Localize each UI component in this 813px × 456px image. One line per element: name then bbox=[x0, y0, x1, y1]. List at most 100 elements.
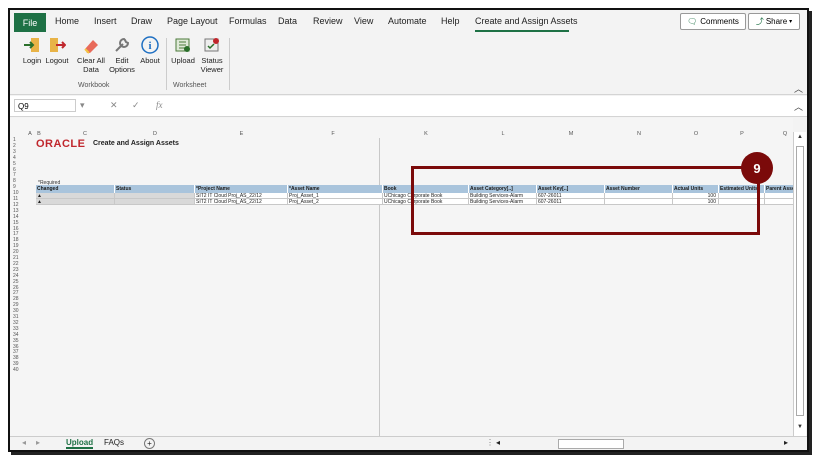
cancel-icon[interactable]: ✕ bbox=[110, 100, 118, 111]
column-header[interactable]: F bbox=[288, 130, 378, 138]
share-icon: ⤴ bbox=[755, 17, 764, 26]
share-button[interactable]: ⤴ Share ▾ bbox=[748, 13, 800, 30]
svg-text:i: i bbox=[148, 40, 151, 52]
scroll-up-icon[interactable]: ▲ bbox=[797, 134, 803, 140]
expand-formula-bar-icon[interactable]: ︿ bbox=[794, 100, 803, 113]
tab-home[interactable]: Home bbox=[55, 16, 79, 26]
formula-input[interactable] bbox=[172, 99, 782, 113]
formula-bar: Q9 ▾ ✕ ✓ fx ︿ bbox=[10, 96, 807, 117]
tab-split-handle-icon[interactable]: ⋮ bbox=[486, 438, 494, 447]
column-header[interactable]: K bbox=[383, 130, 469, 138]
column-header[interactable]: B bbox=[34, 130, 44, 138]
row-header[interactable]: 35 bbox=[13, 338, 25, 344]
status-viewer-button[interactable]: Status Viewer bbox=[198, 36, 226, 74]
header-changed[interactable]: Changed bbox=[36, 185, 115, 193]
tab-view[interactable]: View bbox=[354, 16, 373, 26]
share-label: Share bbox=[765, 17, 788, 26]
edit-options-label: Edit Options bbox=[109, 56, 135, 74]
cell-changed[interactable]: ▲ bbox=[36, 199, 115, 205]
logout-button[interactable]: Logout bbox=[43, 36, 71, 65]
about-button[interactable]: i About bbox=[138, 36, 162, 65]
status-viewer-icon bbox=[204, 38, 219, 52]
status-viewer-label: Status Viewer bbox=[200, 56, 224, 74]
column-header[interactable]: O bbox=[673, 130, 719, 138]
callout-number-badge: 9 bbox=[741, 152, 773, 184]
frozen-pane-divider bbox=[379, 138, 380, 436]
row-header[interactable]: 5 bbox=[13, 161, 25, 167]
login-label: Login bbox=[22, 56, 42, 65]
group-separator bbox=[166, 38, 167, 90]
oracle-logo: ORACLE bbox=[36, 138, 86, 150]
tab-create-and-assign-assets[interactable]: Create and Assign Assets bbox=[475, 16, 578, 26]
chevron-down-icon: ▾ bbox=[789, 19, 793, 25]
tab-automate[interactable]: Automate bbox=[388, 16, 427, 26]
edit-options-button[interactable]: Edit Options bbox=[106, 36, 138, 74]
row-header[interactable]: 14 bbox=[13, 214, 25, 220]
scroll-right-icon[interactable]: ▸ bbox=[784, 438, 788, 447]
sheet-tab-bar: ◂ ▸ Upload FAQs + ⋮ ◂ ▸ bbox=[10, 436, 807, 450]
row-header[interactable]: 40 bbox=[13, 368, 25, 373]
workbook-group-label: Workbook bbox=[78, 82, 110, 89]
sheet-tab-upload[interactable]: Upload bbox=[66, 438, 94, 449]
enter-icon[interactable]: ✓ bbox=[132, 100, 140, 111]
tab-draw[interactable]: Draw bbox=[131, 16, 152, 26]
ribbon-tab-bar: File Home Insert Draw Page Layout Formul… bbox=[10, 10, 807, 34]
tab-formulas[interactable]: Formulas bbox=[229, 16, 267, 26]
tab-file[interactable]: File bbox=[14, 13, 46, 32]
comments-label: Comments bbox=[700, 17, 739, 26]
column-header[interactable]: M bbox=[537, 130, 605, 138]
column-header[interactable]: N bbox=[605, 130, 673, 138]
column-header[interactable]: L bbox=[469, 130, 537, 138]
tab-data[interactable]: Data bbox=[278, 16, 297, 26]
next-sheet-icon[interactable]: ▸ bbox=[36, 438, 40, 447]
eraser-icon bbox=[84, 40, 98, 54]
comments-button[interactable]: 🗨 Comments bbox=[680, 13, 746, 30]
upload-button[interactable]: Upload bbox=[170, 36, 196, 65]
row-header[interactable]: 24 bbox=[13, 273, 25, 279]
header-status[interactable]: Status bbox=[115, 185, 195, 193]
logout-label: Logout bbox=[45, 56, 69, 65]
tab-help[interactable]: Help bbox=[441, 16, 460, 26]
row-header[interactable]: 25 bbox=[13, 279, 25, 285]
info-icon: i bbox=[141, 36, 159, 54]
row-header[interactable]: 15 bbox=[13, 220, 25, 226]
cell-asset-name[interactable]: Proj_Asset_2 bbox=[288, 199, 383, 205]
function-icon[interactable]: fx bbox=[156, 100, 163, 110]
clear-label: Clear All Data bbox=[77, 56, 105, 74]
sheet-tab-faqs[interactable]: FAQs bbox=[104, 438, 124, 447]
row-header[interactable]: 34 bbox=[13, 332, 25, 338]
chevron-down-icon[interactable]: ▾ bbox=[80, 100, 85, 111]
column-header[interactable]: E bbox=[195, 130, 288, 138]
logout-icon bbox=[50, 38, 66, 52]
row-header[interactable]: 4 bbox=[13, 155, 25, 161]
scrollbar-thumb[interactable] bbox=[796, 146, 804, 416]
prev-sheet-icon[interactable]: ◂ bbox=[22, 438, 26, 447]
column-header[interactable]: A bbox=[26, 130, 34, 138]
add-sheet-button[interactable]: + bbox=[144, 438, 155, 449]
login-icon bbox=[24, 38, 39, 52]
column-header[interactable]: P bbox=[719, 130, 765, 138]
group-separator bbox=[229, 38, 230, 90]
upload-icon bbox=[175, 38, 190, 52]
column-header[interactable]: D bbox=[115, 130, 195, 138]
header-project-name[interactable]: *Project Name bbox=[195, 185, 288, 193]
scroll-down-icon[interactable]: ▼ bbox=[797, 424, 803, 430]
cell-status[interactable] bbox=[115, 199, 195, 205]
cell-project-name[interactable]: SIT2 IT Cloud Proj_AS_22/12 bbox=[195, 199, 288, 205]
upload-label: Upload bbox=[171, 56, 195, 65]
tab-review[interactable]: Review bbox=[313, 16, 343, 26]
about-label: About bbox=[140, 56, 160, 65]
horizontal-scrollbar-thumb[interactable] bbox=[558, 439, 624, 449]
scroll-left-icon[interactable]: ◂ bbox=[496, 438, 500, 447]
vertical-scrollbar[interactable]: ▲ ▼ bbox=[793, 132, 806, 436]
tab-insert[interactable]: Insert bbox=[94, 16, 117, 26]
header-asset-name[interactable]: *Asset Name bbox=[288, 185, 383, 193]
login-button[interactable]: Login bbox=[20, 36, 44, 65]
collapse-ribbon-icon[interactable]: ︿ bbox=[794, 82, 803, 95]
wrench-icon bbox=[115, 37, 130, 52]
comment-icon: 🗨 bbox=[687, 17, 698, 26]
name-box[interactable]: Q9 bbox=[14, 99, 76, 112]
column-header[interactable]: C bbox=[55, 130, 115, 138]
active-tab-indicator bbox=[475, 30, 569, 32]
tab-page-layout[interactable]: Page Layout bbox=[167, 16, 218, 26]
